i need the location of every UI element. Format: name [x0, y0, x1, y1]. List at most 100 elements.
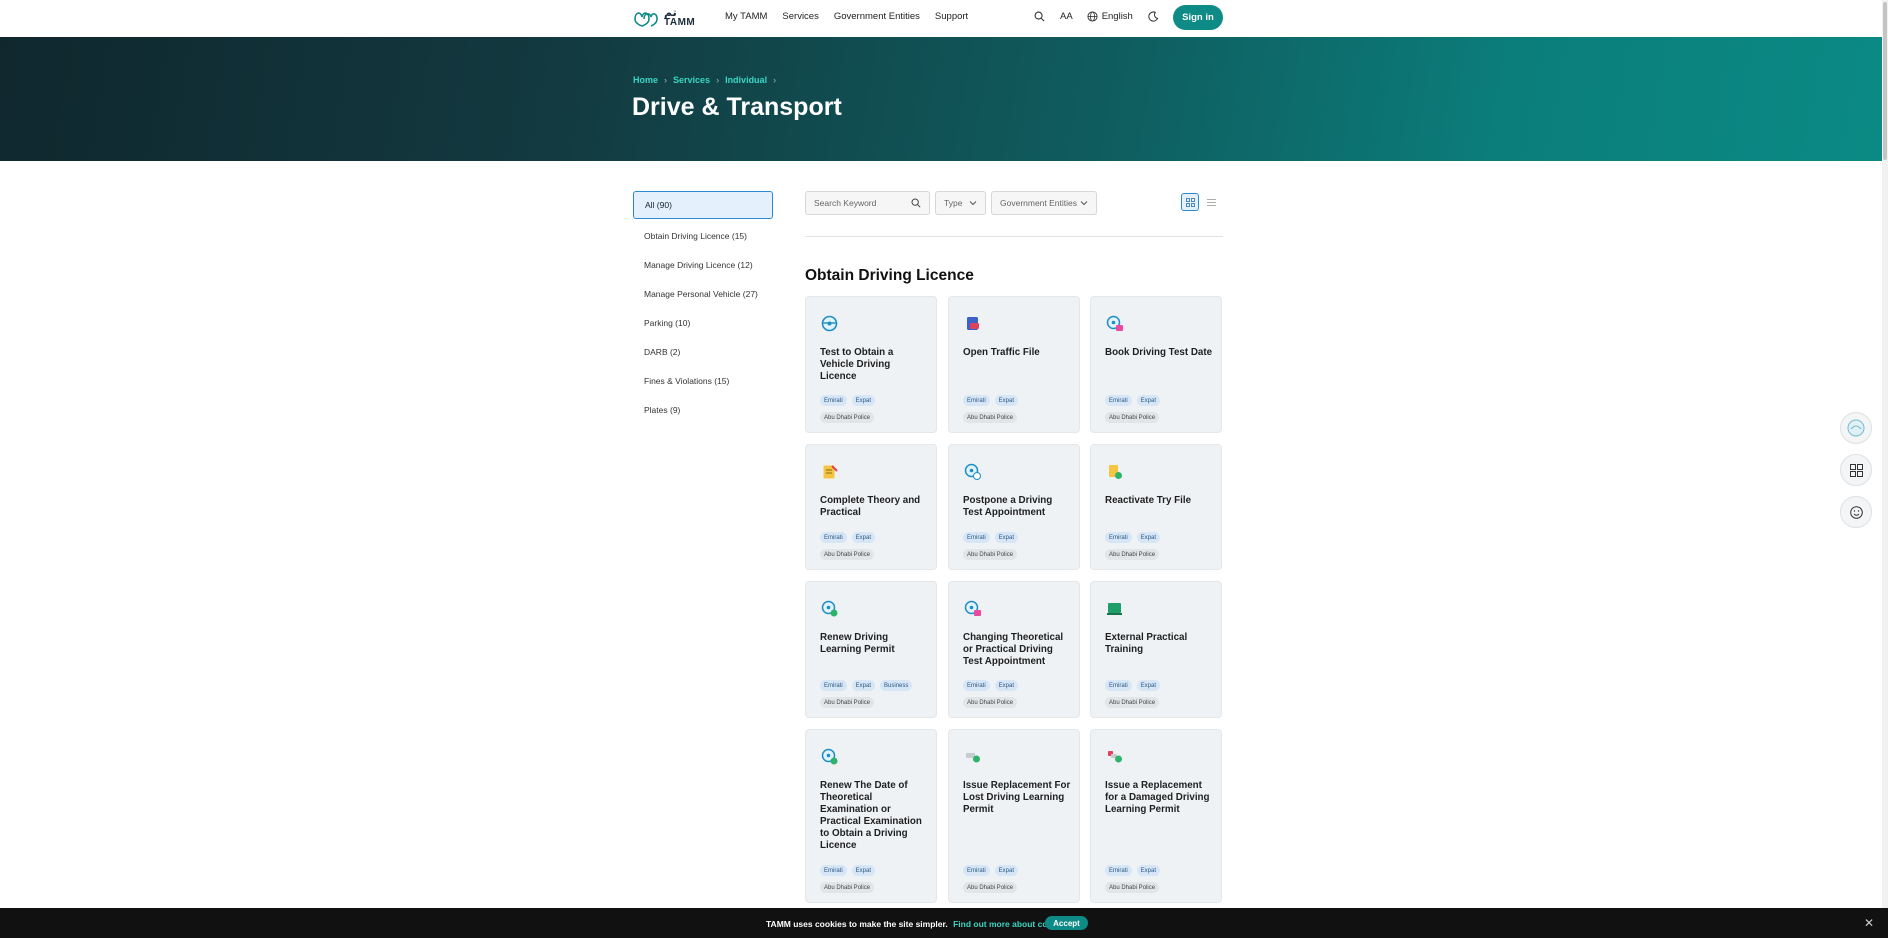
sidebar-item-manage-personal-vehicle[interactable]: Manage Personal Vehicle (27) — [633, 279, 773, 308]
audience-tag: Emirati — [963, 680, 990, 691]
grid-view-button[interactable] — [1181, 193, 1199, 211]
search-icon — [911, 198, 921, 208]
audience-tag: Emirati — [963, 532, 990, 543]
service-card[interactable]: Renew The Date of Theoretical Examinatio… — [805, 729, 937, 903]
audience-tag: Emirati — [1105, 532, 1132, 543]
sign-in-button[interactable]: Sign in — [1173, 5, 1223, 30]
card-audience-tags: Emirati Expat — [820, 865, 876, 876]
audience-tag: Emirati — [820, 532, 847, 543]
breadcrumb-services[interactable]: Services — [673, 75, 710, 85]
audience-tag: Expat — [994, 865, 1019, 876]
card-title[interactable]: Renew Driving Learning Permit — [820, 632, 928, 656]
entity-tag: Abu Dhabi Police — [820, 412, 875, 423]
entity-tag: Abu Dhabi Police — [963, 549, 1018, 560]
chat-assistant-button[interactable] — [1840, 412, 1872, 444]
audience-tag: Expat — [1136, 680, 1161, 691]
card-entity-tags: Abu Dhabi Police — [963, 697, 1018, 708]
service-card[interactable]: Issue a Replacement for a Damaged Drivin… — [1090, 729, 1222, 903]
service-card[interactable]: Reactivate Try File Emirati Expat Abu Dhabi… — [1090, 444, 1222, 570]
dark-mode-icon[interactable] — [1147, 9, 1161, 23]
sidebar-item-manage-driving-licence[interactable]: Manage Driving Licence (12) — [633, 250, 773, 279]
card-title[interactable]: Reactivate Try File — [1105, 495, 1213, 507]
audience-tag: Expat — [994, 395, 1019, 406]
globe-icon — [1087, 10, 1098, 22]
accept-cookies-button[interactable]: Accept — [1045, 916, 1088, 930]
list-view-button[interactable] — [1202, 193, 1220, 211]
service-card[interactable]: Open Traffic File Emirati Expat Abu Dhabi P… — [948, 296, 1080, 433]
card-title[interactable]: Book Driving Test Date — [1105, 347, 1213, 359]
card-title[interactable]: Complete Theory and Practical — [820, 495, 928, 519]
service-card[interactable]: Book Driving Test Date Emirati Expat Abu Dh… — [1090, 296, 1222, 433]
audience-tag: Emirati — [1105, 395, 1132, 406]
sidebar-item-obtain-driving-licence[interactable]: Obtain Driving Licence (15) — [633, 221, 773, 250]
card-title[interactable]: Issue a Replacement for a Damaged Drivin… — [1105, 780, 1213, 816]
entity-tag: Abu Dhabi Police — [1105, 882, 1160, 893]
nav-support[interactable]: Support — [935, 11, 968, 22]
card-entity-tags: Abu Dhabi Police — [963, 882, 1018, 893]
card-title[interactable]: External Practical Training — [1105, 632, 1213, 656]
page-scrollbar[interactable] — [1882, 0, 1888, 938]
cookie-banner: TAMM uses cookies to make the site simpl… — [0, 908, 1888, 938]
assistant-icon — [1847, 419, 1865, 437]
audience-tag: Emirati — [963, 395, 990, 406]
search-icon[interactable] — [1032, 9, 1046, 23]
service-card[interactable]: Postpone a Driving Test Appointment Emira… — [948, 444, 1080, 570]
sidebar-item-plates[interactable]: Plates (9) — [633, 395, 773, 424]
sidebar-item-fines-violations[interactable]: Fines & Violations (15) — [633, 366, 773, 395]
feedback-button[interactable] — [1840, 496, 1872, 528]
breadcrumb-home[interactable]: Home — [633, 75, 658, 85]
sidebar-item-darb[interactable]: DARB (2) — [633, 337, 773, 366]
service-card[interactable]: Changing Theoretical or Practical Drivin… — [948, 581, 1080, 718]
steering-calendar-icon — [964, 600, 981, 616]
steering-calendar-icon — [1106, 315, 1123, 331]
logo-text: TAMM — [664, 17, 696, 28]
audience-tag: Emirati — [1105, 865, 1132, 876]
card-audience-tags: Emirati Expat — [1105, 532, 1161, 543]
scrollbar-thumb[interactable] — [1883, 2, 1887, 160]
smiley-icon — [1849, 505, 1863, 519]
page-title: Drive & Transport — [632, 93, 842, 121]
card-title[interactable]: Postpone a Driving Test Appointment — [963, 495, 1071, 519]
card-entity-tags: Abu Dhabi Police — [963, 549, 1018, 560]
card-title[interactable]: Test to Obtain a Vehicle Driving Licence — [820, 347, 928, 383]
apps-button[interactable] — [1840, 454, 1872, 486]
entities-label: Government Entities — [1000, 198, 1078, 208]
nav-government-entities[interactable]: Government Entities — [834, 11, 920, 22]
card-entity-tags: Abu Dhabi Police — [820, 549, 875, 560]
training-board-icon — [1107, 603, 1122, 615]
card-title[interactable]: Renew The Date of Theoretical Examinatio… — [820, 780, 928, 852]
card-entity-tags: Abu Dhabi Police — [820, 882, 875, 893]
service-card[interactable]: Issue Replacement For Lost Driving Learn… — [948, 729, 1080, 903]
entity-tag: Abu Dhabi Police — [820, 697, 875, 708]
tamm-logo[interactable]: تم TAMM — [632, 7, 695, 29]
type-dropdown[interactable]: Type — [935, 191, 986, 215]
sidebar-item-parking[interactable]: Parking (10) — [633, 308, 773, 337]
breadcrumb-individual[interactable]: Individual — [725, 75, 767, 85]
government-entities-dropdown[interactable]: Government Entities — [991, 191, 1097, 215]
grid-icon — [1185, 197, 1195, 207]
language-selector[interactable]: English — [1087, 11, 1133, 22]
list-icon — [1206, 198, 1216, 206]
text-size-button[interactable]: AA — [1060, 11, 1073, 22]
permit-damaged-icon — [1108, 751, 1122, 763]
service-card[interactable]: External Practical Training Emirati Expat A… — [1090, 581, 1222, 718]
card-title[interactable]: Issue Replacement For Lost Driving Learn… — [963, 780, 1071, 816]
entity-tag: Abu Dhabi Police — [1105, 549, 1160, 560]
audience-tag: Expat — [851, 532, 876, 543]
logo-mark-icon — [634, 12, 658, 27]
sidebar-item-all[interactable]: All (90) — [633, 191, 773, 219]
nav-services[interactable]: Services — [782, 11, 818, 22]
search-input[interactable]: Search Keyword — [805, 191, 930, 215]
service-card[interactable]: Test to Obtain a Vehicle Driving Licence… — [805, 296, 937, 433]
permit-check-icon — [966, 753, 980, 763]
chevron-right-icon: › — [773, 75, 777, 85]
chevron-right-icon: › — [664, 75, 668, 85]
nav-my-tamm[interactable]: My TAMM — [725, 11, 767, 22]
notepad-icon — [823, 465, 838, 479]
card-title[interactable]: Open Traffic File — [963, 347, 1071, 359]
close-icon[interactable]: ✕ — [1864, 916, 1874, 930]
service-card[interactable]: Complete Theory and Practical Emirati Expa… — [805, 444, 937, 570]
service-card[interactable]: Renew Driving Learning Permit Emirati Expa… — [805, 581, 937, 718]
steering-renew-icon — [821, 600, 838, 617]
card-title[interactable]: Changing Theoretical or Practical Drivin… — [963, 632, 1071, 668]
